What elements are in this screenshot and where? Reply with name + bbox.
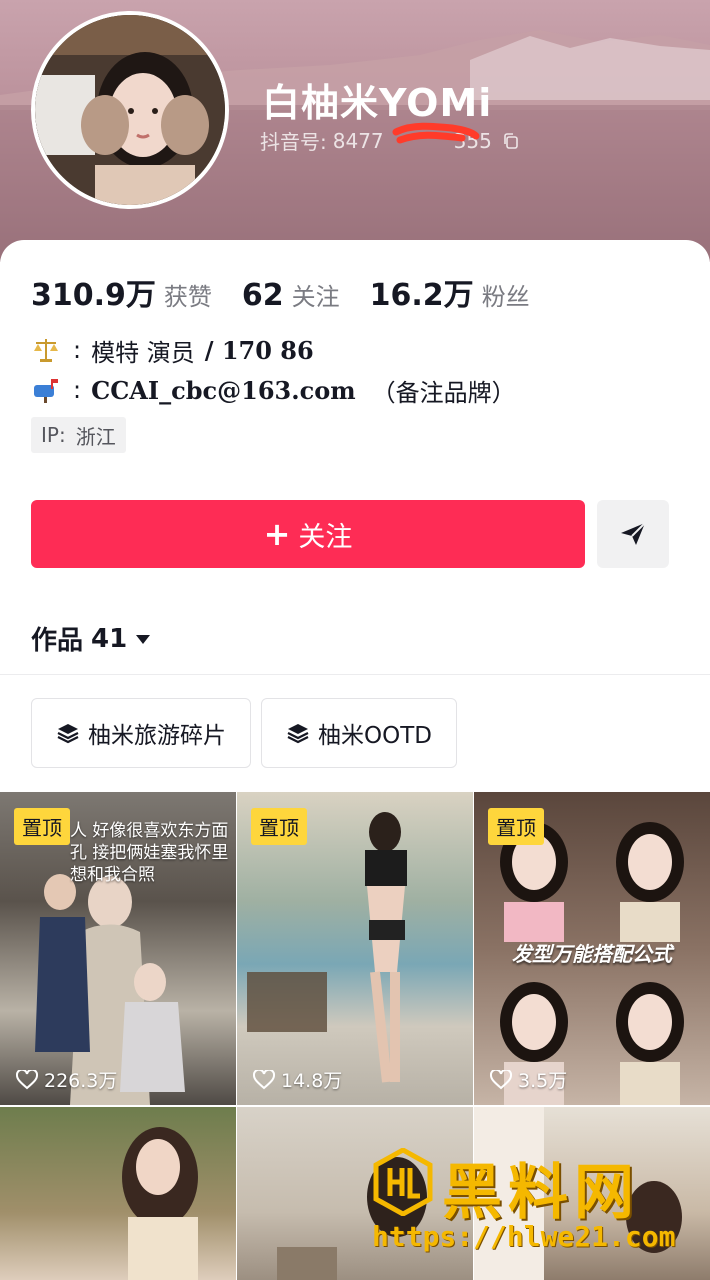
send-icon [621, 522, 646, 545]
heart-icon [490, 1069, 512, 1089]
ip-location-tag: IP: 浙江 [31, 417, 126, 453]
stat-label: 关注 [291, 283, 340, 311]
bio-job: 模特 演员 [91, 338, 195, 367]
site-watermark: 黑料网 https://hlwe21.com [372, 1144, 702, 1264]
stat-following[interactable]: 62 关注 [242, 277, 340, 313]
stat-likes: 310.9万 获赞 [31, 270, 212, 314]
tab-works[interactable]: 作品 41 [31, 620, 151, 657]
douyin-id-prefix: 8477 [332, 128, 384, 153]
bio-line-job: : 模特 演员 / 170 86 [31, 330, 516, 370]
video-tile[interactable]: 人 好像很喜欢东方面孔 接把俩娃塞我怀里 想和我合照 置顶 226.3万 [0, 792, 236, 1105]
avatar-photo [35, 15, 225, 205]
stat-value: 62 [241, 278, 284, 313]
likes-count: 3.5万 [518, 1070, 568, 1092]
pinned-badge: 置顶 [488, 808, 544, 845]
heart-icon [16, 1069, 38, 1089]
video-tile[interactable]: 发型万能搭配公式 置顶 3.5万 [474, 792, 710, 1105]
bio-measurements: / 170 86 [204, 335, 314, 365]
douyin-id-label: 抖音号: [260, 130, 327, 154]
video-tile[interactable]: 置顶 14.8万 [237, 792, 473, 1105]
profile-banner: 白柚米YOMi 抖音号: 8477 355 [0, 0, 710, 262]
profile-card: 310.9万 获赞 62 关注 16.2万 粉丝 : 模特 演员 / 170 8… [0, 240, 710, 1280]
mailbox-icon [34, 379, 58, 403]
video-thumbnail [122, 1127, 198, 1280]
watermark-url: https://hlwe21.com [372, 1220, 676, 1253]
copy-icon[interactable] [502, 132, 520, 150]
collection-chip[interactable]: 柚米OOTD [261, 698, 457, 768]
heart-icon [253, 1069, 275, 1089]
video-likes: 226.3万 [16, 1066, 117, 1093]
scales-icon [34, 339, 58, 362]
bio: : 模特 演员 / 170 86 : CCAI_cbc@163.com （备注品… [31, 330, 516, 410]
bio-line-email: : CCAI_cbc@163.com （备注品牌） [31, 370, 516, 410]
collection-chip[interactable]: 柚米旅游碎片 [31, 698, 251, 768]
ip-value: 浙江 [75, 424, 116, 449]
ip-label: IP: [41, 423, 66, 447]
stat-followers[interactable]: 16.2万 粉丝 [370, 270, 530, 314]
works-label: 作品 [31, 626, 84, 656]
bio-colon: : [73, 336, 82, 364]
watermark-brand: 黑料网 [442, 1158, 640, 1228]
nickname: 白柚米YOMi [262, 81, 493, 125]
caret-down-icon [136, 634, 151, 644]
layers-icon [57, 724, 79, 744]
bio-email[interactable]: CCAI_cbc@163.com [91, 376, 356, 405]
douyin-id[interactable]: 抖音号: 8477 355 [260, 122, 520, 155]
layers-icon [287, 724, 309, 744]
collection-label: 柚米OOTD [318, 723, 432, 749]
video-likes: 14.8万 [253, 1066, 342, 1093]
video-tile[interactable] [0, 1107, 236, 1280]
stat-value: 16.2万 [369, 278, 474, 313]
bio-email-note: （备注品牌） [371, 378, 516, 407]
stat-label: 粉丝 [481, 283, 530, 311]
share-button[interactable] [597, 500, 669, 568]
stat-value: 310.9万 [31, 278, 156, 313]
divider [0, 674, 710, 675]
collection-label: 柚米旅游碎片 [88, 723, 226, 749]
watermark-logo-icon [373, 1148, 433, 1216]
plus-icon: + [263, 515, 291, 553]
pinned-badge: 置顶 [251, 808, 307, 845]
video-overlay-text: 人 好像很喜欢东方面孔 接把俩娃塞我怀里 想和我合照 [70, 821, 229, 885]
video-likes: 3.5万 [490, 1066, 567, 1093]
follow-button[interactable]: + 关注 [31, 500, 585, 568]
likes-count: 14.8万 [281, 1070, 343, 1092]
likes-count: 226.3万 [44, 1070, 118, 1092]
redaction-scribble [392, 122, 480, 144]
video-caption: 发型万能搭配公式 [512, 942, 672, 966]
follow-label: 关注 [298, 521, 353, 553]
collections-row: 柚米旅游碎片 柚米OOTD [31, 698, 457, 768]
bio-colon: : [73, 376, 82, 404]
stats-row: 310.9万 获赞 62 关注 16.2万 粉丝 [31, 270, 560, 314]
works-count: 41 [91, 623, 128, 654]
stat-label: 获赞 [163, 283, 212, 311]
avatar[interactable] [31, 11, 229, 209]
pinned-badge: 置顶 [14, 808, 70, 845]
